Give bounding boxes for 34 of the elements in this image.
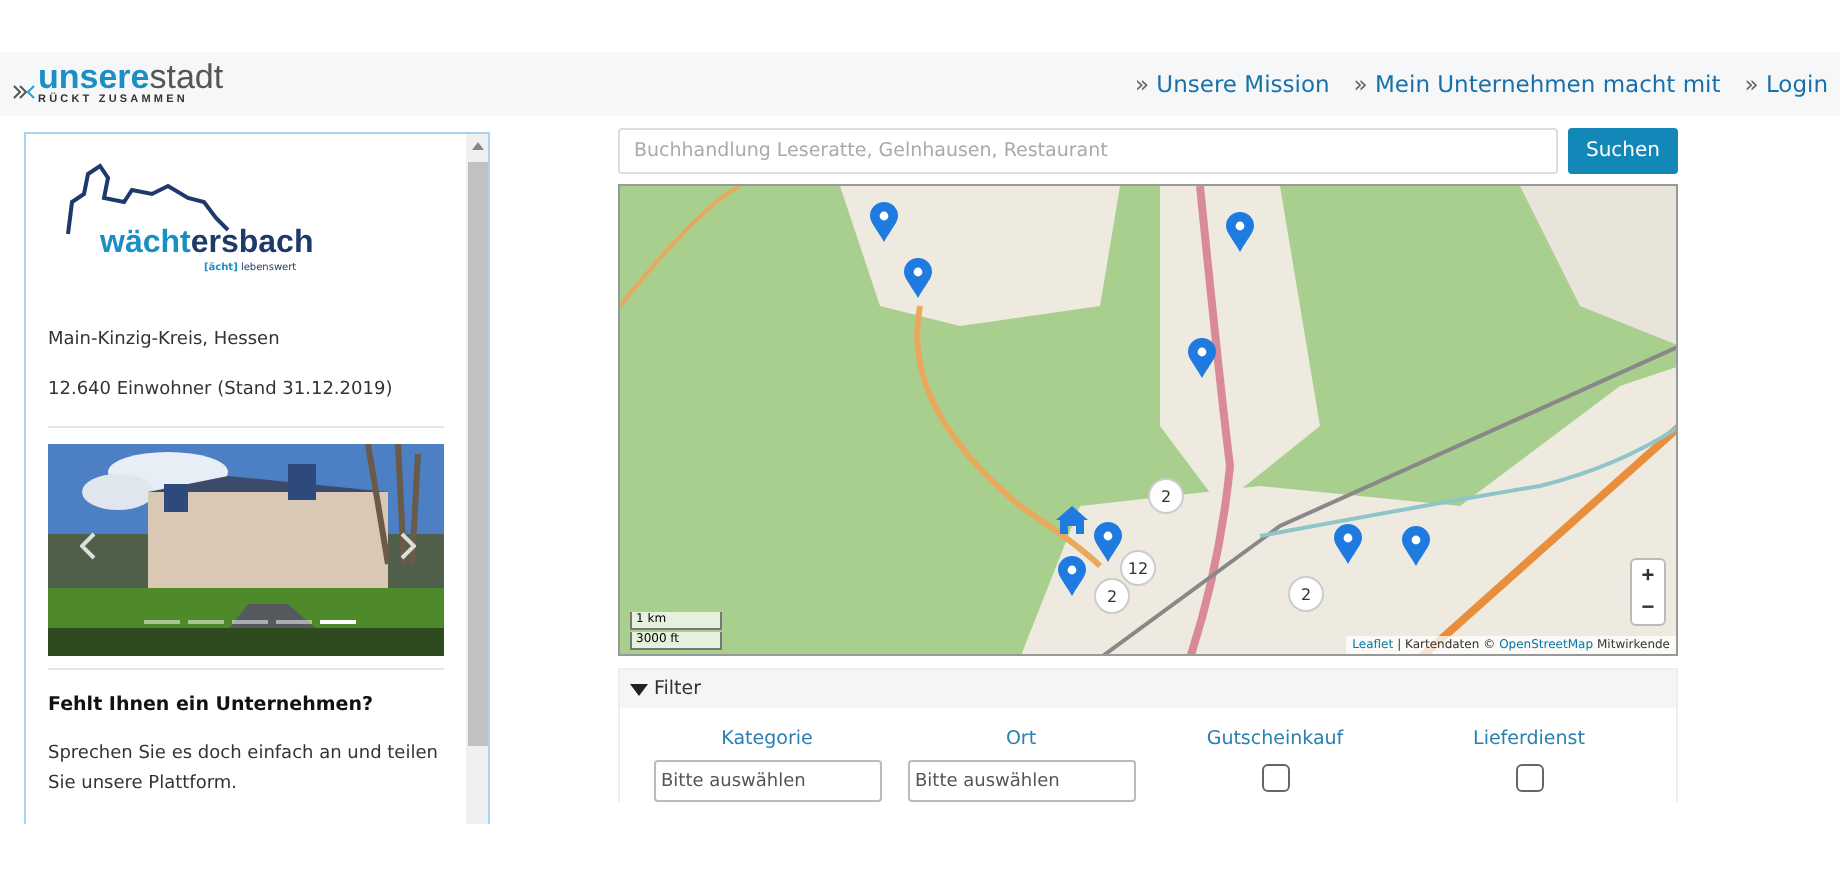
scrollbar[interactable] [466,134,488,824]
population-text: 12.640 Einwohner (Stand 31.12.2019) [48,378,395,404]
checkbox[interactable] [1515,764,1543,792]
filter-label: Lieferdienst [1473,728,1585,750]
brand-logo[interactable]: unserestadt [38,62,224,94]
map-marker-icon[interactable] [1402,526,1430,566]
filter-label: Kategorie [721,728,813,750]
cta-title: Fehlt Ihnen ein Unternehmen? [48,694,375,716]
search-button[interactable]: Suchen [1567,128,1678,174]
map-marker-icon[interactable] [870,202,898,242]
map-marker-icon[interactable] [1094,522,1122,562]
filter-label: Gutscheinkauf [1206,728,1344,750]
filter-label: Ort [1005,728,1037,750]
chevrons-icon [12,84,36,100]
nav-link[interactable]: » Unsere Mission [1134,70,1330,98]
scroll-up-icon[interactable] [472,142,484,150]
map-marker-icon[interactable] [904,258,932,298]
home-marker-icon[interactable] [1056,506,1088,534]
caret-icon [630,683,648,695]
next-slide-icon[interactable] [400,532,416,560]
map-marker-icon[interactable] [1226,212,1254,252]
region-text: Main-Kinzig-Kreis, Hessen [48,328,282,354]
checkbox[interactable] [1261,764,1289,792]
map-marker-icon[interactable] [1058,556,1086,596]
cta-text: Sprechen Sie es doch einfach an und teilen Sie unsere Plattform. [48,742,440,798]
filter-toggle[interactable]: Filter [620,670,1676,708]
select-field[interactable]: Bitte auswählen [907,760,1135,802]
previous-slide-icon[interactable] [80,532,96,560]
search-field[interactable]: Buchhandlung Leseratte, Gelnhausen, Restaurant [618,128,1558,174]
select-field[interactable]: Bitte auswählen [653,760,881,802]
nav-link[interactable]: » Mein Unternehmen macht mit [1353,70,1721,98]
nav-link[interactable]: » Login [1744,70,1828,98]
map-marker-icon[interactable] [1188,338,1216,378]
map-marker-icon[interactable] [1334,524,1362,564]
